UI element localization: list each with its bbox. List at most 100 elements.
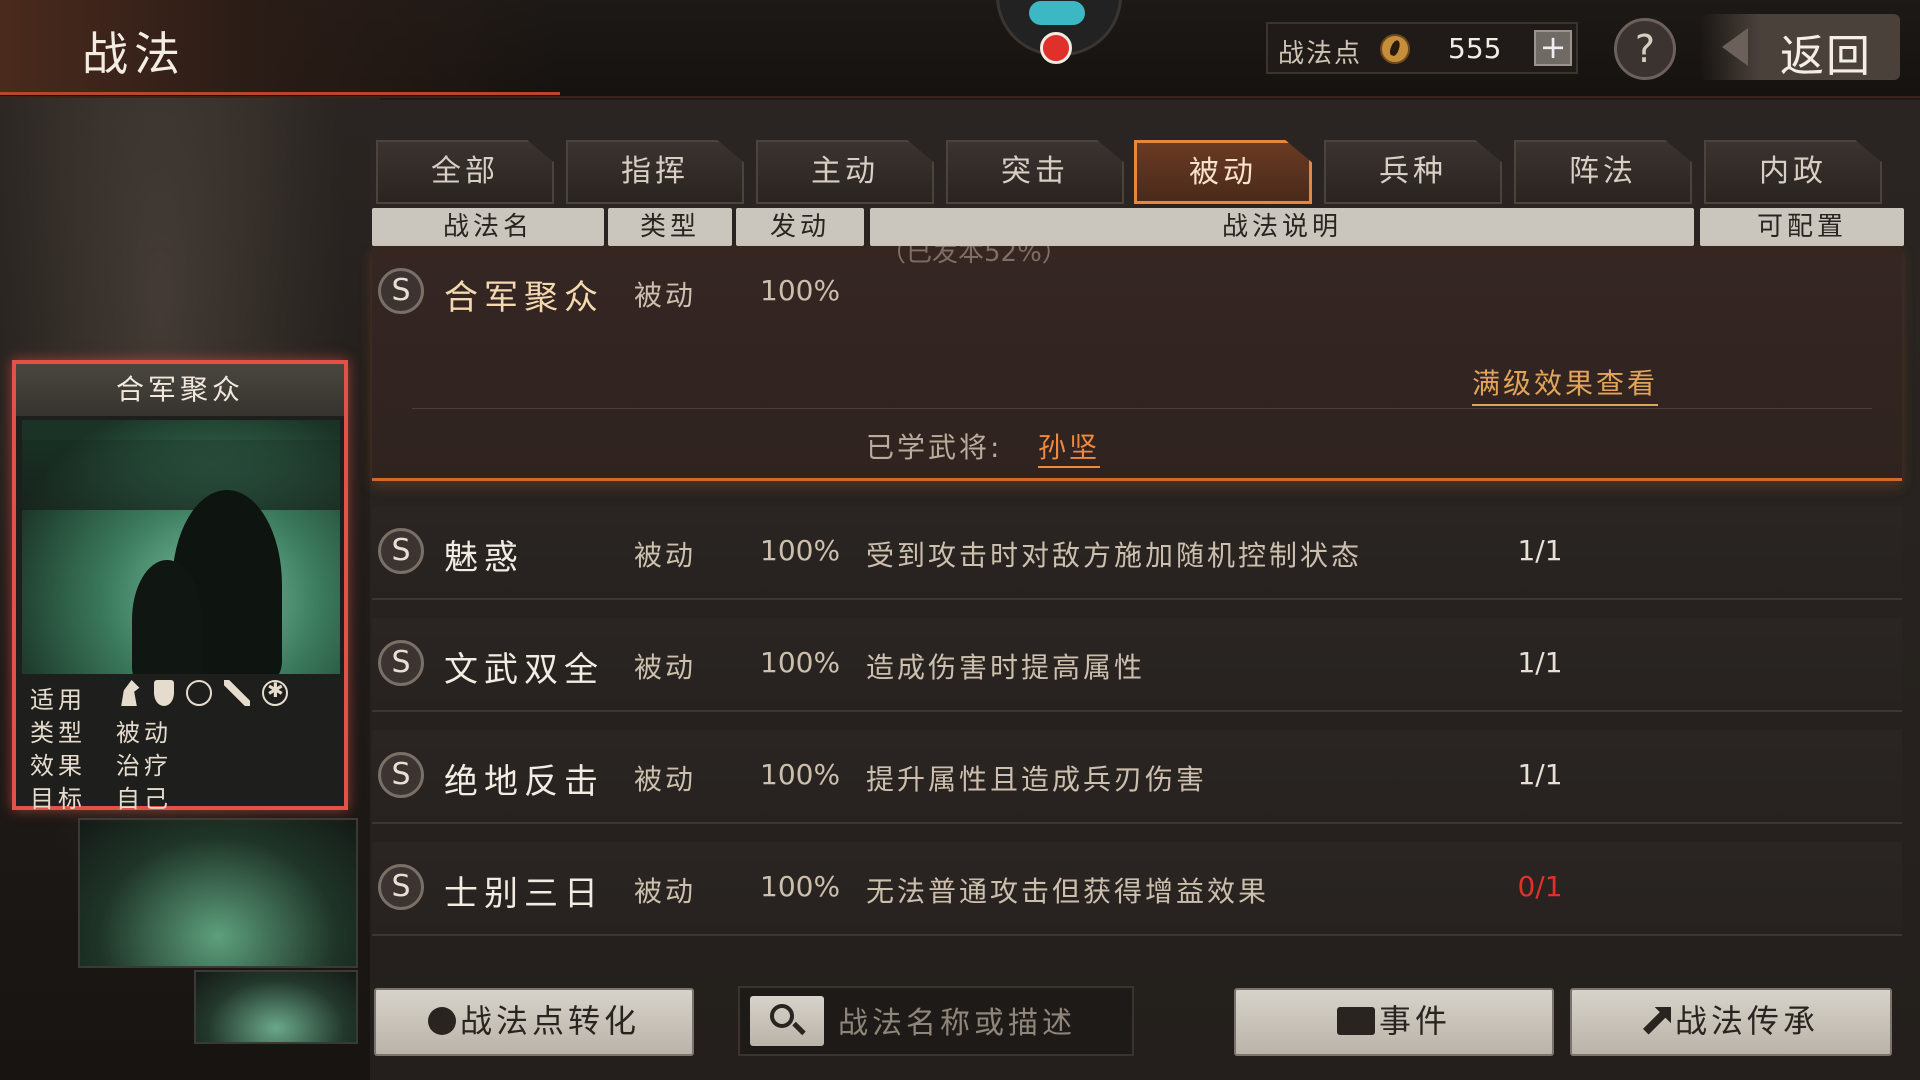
expanded-tactic-row[interactable]: （已发本52%） S 合军聚众 被动 100% 满级效果查看 已学武将: 孙坚 <box>372 246 1902 481</box>
tactic-type: 被动 <box>634 539 697 572</box>
bow-icon <box>186 680 212 706</box>
tactic-name: 合军聚众 <box>444 278 604 318</box>
selected-tactic-card[interactable]: 合军聚众 适用 类型 被动 效果 治疗 目标 自己 <box>12 360 348 813</box>
card-stat-value: 自己 <box>116 785 172 813</box>
tactic-description: 提升属性且造成兵刃伤害 <box>866 763 1208 796</box>
column-header-trigger[interactable]: 发动 <box>736 208 864 246</box>
tactic-availability: 1/1 <box>1517 646 1563 679</box>
inherit-icon <box>1642 1006 1671 1035</box>
card-artwork <box>22 420 340 674</box>
page-title: 战法 <box>82 27 186 81</box>
tab-active[interactable]: 主动 <box>756 140 934 204</box>
grade-badge: S <box>378 864 424 910</box>
top-bar: 战法 战法点 555 + ? 返回 <box>0 0 1920 98</box>
tactic-description: 受到攻击时对敌方施加随机控制状态 <box>866 539 1363 572</box>
events-label: 事件 <box>1378 1002 1451 1040</box>
tactic-availability: 0/1 <box>1517 870 1563 903</box>
tactic-name: 魅惑 <box>444 538 524 578</box>
inherit-tactic-button[interactable]: 战法传承 <box>1570 988 1892 1056</box>
grade-badge: S <box>378 752 424 798</box>
column-header-available[interactable]: 可配置 <box>1700 208 1904 246</box>
row-cells: S 文武双全 被动 100% 造成伤害时提高属性 1/1 <box>372 630 1902 700</box>
tactic-rate: 100% <box>760 274 841 307</box>
card-title: 合军聚众 <box>16 364 344 416</box>
card-stats: 适用 类型 被动 效果 治疗 目标 自己 <box>22 678 340 813</box>
tab-troop[interactable]: 兵种 <box>1324 140 1502 204</box>
tactic-points-icon <box>1380 34 1410 64</box>
tab-internal[interactable]: 内政 <box>1704 140 1882 204</box>
stacked-card-art <box>78 818 358 968</box>
column-header-type[interactable]: 类型 <box>608 208 732 246</box>
tactic-row[interactable]: S 魅惑 被动 100% 受到攻击时对敌方施加随机控制状态 1/1 <box>372 506 1902 600</box>
card-stat-applies: 适用 <box>22 678 340 714</box>
flame-icon <box>427 1006 456 1035</box>
search-icon <box>770 1004 794 1028</box>
tactic-type: 被动 <box>634 279 697 312</box>
grade-badge: S <box>378 640 424 686</box>
convert-points-label: 战法点转化 <box>459 1002 640 1040</box>
add-points-button[interactable]: + <box>1534 30 1572 66</box>
tactic-points-value: 555 <box>1448 32 1502 65</box>
card-stat-target: 目标 自己 <box>22 777 340 813</box>
tactic-rate: 100% <box>760 646 841 679</box>
tab-command[interactable]: 指挥 <box>566 140 744 204</box>
tactic-points-panel: 战法点 555 + <box>1266 22 1578 74</box>
row-cells: S 魅惑 被动 100% 受到攻击时对敌方施加随机控制状态 1/1 <box>372 518 1902 588</box>
full-effect-link[interactable]: 满级效果查看 <box>1472 362 1659 406</box>
tactic-type: 被动 <box>634 651 697 684</box>
divider <box>412 408 1872 409</box>
notification-dot-icon <box>1040 32 1072 64</box>
back-button[interactable]: 返回 <box>1700 14 1900 82</box>
category-tabs: 全部 指挥 主动 突击 被动 兵种 阵法 内政 <box>376 140 1882 204</box>
row-cells: S 士别三日 被动 100% 无法普通攻击但获得增益效果 0/1 <box>372 854 1902 924</box>
card-stat-label: 效果 <box>30 752 86 780</box>
event-icon <box>1336 1006 1375 1035</box>
tactic-rate: 100% <box>760 870 841 903</box>
column-header-name[interactable]: 战法名 <box>372 208 604 246</box>
tactic-type: 被动 <box>634 763 697 796</box>
column-headers: 战法名 类型 发动 战法说明 可配置 <box>372 208 1904 246</box>
tactic-points-label: 战法点 <box>1278 39 1363 69</box>
search-button[interactable] <box>750 996 824 1046</box>
card-stat-value: 治疗 <box>116 752 172 780</box>
tab-assault[interactable]: 突击 <box>946 140 1124 204</box>
back-arrow-icon <box>1722 28 1748 66</box>
tactic-row[interactable]: S 绝地反击 被动 100% 提升属性且造成兵刃伤害 1/1 <box>372 730 1902 824</box>
back-button-label: 返回 <box>1780 31 1872 82</box>
learned-generals-label: 已学武将: <box>866 431 1003 464</box>
convert-points-button[interactable]: 战法点转化 <box>374 988 694 1056</box>
tactic-row[interactable]: S 士别三日 被动 100% 无法普通攻击但获得增益效果 0/1 <box>372 842 1902 936</box>
inherit-tactic-label: 战法传承 <box>1674 1002 1819 1040</box>
tactic-name: 文武双全 <box>444 650 604 690</box>
tactic-type: 被动 <box>634 875 697 908</box>
tab-passive[interactable]: 被动 <box>1134 140 1312 204</box>
title-plate: 战法 <box>0 0 560 95</box>
card-stat-label: 目标 <box>30 785 86 813</box>
card-stat-value: 被动 <box>116 719 172 747</box>
expanded-row-cells: S 合军聚众 被动 100% <box>372 258 1902 328</box>
tactic-row[interactable]: S 文武双全 被动 100% 造成伤害时提高属性 1/1 <box>372 618 1902 712</box>
help-button[interactable]: ? <box>1614 18 1676 80</box>
tab-formation[interactable]: 阵法 <box>1514 140 1692 204</box>
stacked-card-art <box>194 970 358 1044</box>
events-button[interactable]: 事件 <box>1234 988 1554 1056</box>
card-stat-effect: 效果 治疗 <box>22 744 340 780</box>
tactic-name: 绝地反击 <box>444 762 604 802</box>
column-header-description: 战法说明 <box>870 208 1694 246</box>
learned-general-link[interactable]: 孙坚 <box>1038 426 1101 468</box>
search-input[interactable] <box>836 998 1130 1048</box>
tactic-description: 造成伤害时提高属性 <box>866 651 1146 684</box>
tactic-rate: 100% <box>760 758 841 791</box>
row-cells: S 绝地反击 被动 100% 提升属性且造成兵刃伤害 1/1 <box>372 742 1902 812</box>
tactic-availability: 1/1 <box>1517 758 1563 791</box>
spear-icon <box>224 680 250 706</box>
tactic-name: 士别三日 <box>444 874 604 914</box>
tab-all[interactable]: 全部 <box>376 140 554 204</box>
tactic-rate: 100% <box>760 534 841 567</box>
grade-badge: S <box>378 268 424 314</box>
grade-badge: S <box>378 528 424 574</box>
tactic-availability: 1/1 <box>1517 534 1563 567</box>
unit-type-icons <box>116 678 288 706</box>
card-stat-type: 类型 被动 <box>22 711 340 747</box>
search-box <box>738 986 1134 1056</box>
